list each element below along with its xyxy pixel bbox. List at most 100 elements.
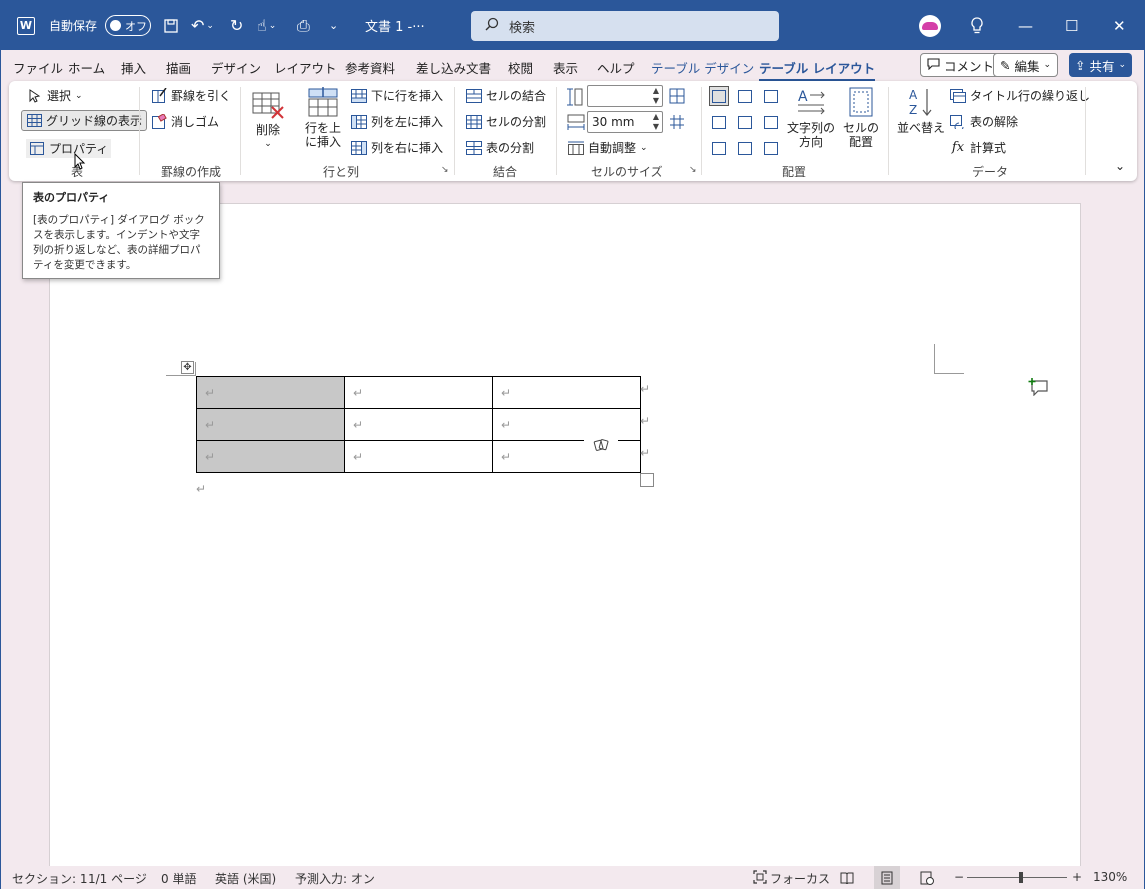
search-box[interactable]: 検索 [471, 11, 779, 41]
insert-left-button[interactable]: 列を左に挿入 [351, 113, 443, 130]
insert-above-button[interactable]: 行を上 に挿入 [305, 87, 341, 149]
tab-home[interactable]: ホーム [68, 58, 105, 77]
share-button[interactable]: ⇪ 共有 ⌄ [1069, 53, 1133, 77]
document-page[interactable]: ✥ ↵ ↵ ↵ ↵ ↵ ↵ ↵ ↵ ↵ ↵ ↵ ↵ ↵ [49, 203, 1081, 883]
web-layout-icon[interactable] [914, 866, 940, 889]
tab-table-layout[interactable]: テーブル レイアウト [759, 58, 876, 81]
align-center-right-icon[interactable] [761, 112, 781, 132]
split-cells-button[interactable]: セルの分割 [466, 113, 546, 130]
tab-view[interactable]: 表示 [553, 58, 578, 77]
properties-button[interactable]: プロパティ [26, 139, 112, 158]
tab-design[interactable]: デザイン [211, 58, 261, 77]
cell-margins-button[interactable]: セルの 配置 [843, 87, 879, 149]
edit-mode-button[interactable]: ✎ 編集 ⌄ [993, 53, 1059, 77]
align-top-center-icon[interactable] [735, 86, 755, 106]
copilot-loop-icon[interactable] [584, 437, 618, 453]
spin-arrows-icon[interactable]: ▲ ▼ [653, 86, 659, 106]
save-icon[interactable] [163, 1, 179, 50]
delete-button[interactable]: 削除 ⌄ [252, 89, 284, 151]
text-direction-button[interactable]: A 文字列の 方向 [787, 87, 835, 149]
status-page[interactable]: 1/1 ページ [88, 870, 147, 887]
table-cell[interactable]: ↵ [196, 408, 345, 441]
column-width-input[interactable]: 30 mm ▲ ▼ [587, 111, 663, 133]
close-icon[interactable]: ✕ [1113, 1, 1126, 50]
sort-button[interactable]: AZ 並べ替え [897, 87, 945, 135]
chevron-down-icon: ⌄ [1118, 60, 1127, 70]
comment-button[interactable]: コメント [920, 53, 1002, 77]
status-language[interactable]: 英語 (米国) [215, 870, 276, 887]
table-cell[interactable]: ↵ [344, 376, 493, 409]
align-top-left-icon[interactable] [709, 86, 729, 106]
touch-mode-icon[interactable]: ☝ ⌄ [257, 1, 276, 50]
maximize-icon[interactable]: ☐ [1065, 1, 1078, 50]
dialog-launcher-icon[interactable]: ↘ [441, 165, 449, 175]
zoom-level[interactable]: 130% [1093, 870, 1127, 884]
table-cell[interactable]: ↵ [492, 376, 641, 409]
split-table-button[interactable]: 表の分割 [466, 139, 534, 156]
status-predictive[interactable]: 予測入力: オン [295, 870, 375, 887]
table-cell[interactable]: ↵ [344, 408, 493, 441]
insert-right-button[interactable]: 列を右に挿入 [351, 139, 443, 156]
focus-button[interactable]: フォーカス [753, 870, 830, 887]
tab-insert[interactable]: 挿入 [121, 58, 146, 77]
new-comment-icon[interactable] [1028, 378, 1050, 399]
print-layout-icon[interactable] [874, 866, 900, 889]
align-center-icon[interactable] [735, 112, 755, 132]
tab-draw[interactable]: 描画 [166, 58, 191, 77]
insert-left-icon [351, 114, 367, 130]
undo-icon[interactable]: ↶ ⌄ [191, 1, 214, 50]
convert-to-text-button[interactable]: 表の解除 [950, 113, 1018, 130]
align-bottom-left-icon[interactable] [709, 138, 729, 158]
distribute-columns-icon[interactable] [669, 114, 685, 130]
insert-below-button[interactable]: 下に行を挿入 [351, 87, 443, 104]
group-label-data: データ [972, 165, 1009, 179]
view-gridlines-button[interactable]: グリッド線の表示 [21, 110, 148, 131]
tab-layout[interactable]: レイアウト [274, 58, 337, 77]
tab-file[interactable]: ファイル [13, 58, 63, 77]
select-button[interactable]: 選択 ⌄ [27, 87, 83, 104]
status-section[interactable]: セクション: 1 [12, 870, 88, 887]
lightbulb-icon[interactable] [969, 1, 985, 50]
avatar[interactable] [919, 15, 941, 37]
table-resize-handle[interactable] [640, 473, 654, 487]
align-top-right-icon[interactable] [761, 86, 781, 106]
document-table[interactable]: ↵ ↵ ↵ ↵ ↵ ↵ ↵ ↵ ↵ [196, 376, 641, 473]
eraser-button[interactable]: 消しゴム [151, 113, 219, 130]
table-cell[interactable]: ↵ [492, 408, 641, 441]
table-move-handle-icon[interactable]: ✥ [181, 361, 194, 374]
spin-arrows-icon[interactable]: ▲ ▼ [653, 112, 659, 132]
zoom-slider[interactable] [967, 877, 1067, 878]
align-center-left-icon[interactable] [709, 112, 729, 132]
formula-button[interactable]: fx 計算式 [950, 139, 1006, 156]
zoom-slider-thumb[interactable] [1019, 872, 1023, 883]
tab-help[interactable]: ヘルプ [597, 58, 635, 77]
print-preview-icon[interactable]: ⎙ [297, 1, 310, 50]
zoom-out-button[interactable]: − [954, 870, 964, 884]
collapse-ribbon-icon[interactable]: ⌄ [1115, 159, 1125, 173]
repeat-header-button[interactable]: タイトル行の繰り返し [950, 87, 1090, 104]
row-height-input[interactable]: ▲ ▼ [587, 85, 663, 107]
table-cell[interactable]: ↵ [196, 440, 345, 473]
table-cell[interactable]: ↵ [196, 376, 345, 409]
tab-references[interactable]: 参考資料 [345, 58, 395, 77]
redo-icon[interactable]: ↻ [230, 1, 243, 50]
draw-table-button[interactable]: 罫線を引く [151, 87, 231, 104]
minimize-icon[interactable]: — [1018, 1, 1033, 50]
autosave-toggle[interactable]: オフ [105, 15, 151, 36]
status-words[interactable]: 0 単語 [161, 870, 196, 887]
table-cell[interactable]: ↵ [344, 440, 493, 473]
zoom-in-button[interactable]: + [1072, 870, 1082, 884]
tab-table-design[interactable]: テーブル デザイン [651, 58, 754, 77]
align-bottom-right-icon[interactable] [761, 138, 781, 158]
merge-cells-button[interactable]: セルの結合 [466, 87, 546, 104]
distribute-rows-icon[interactable] [669, 88, 685, 104]
tab-mailings[interactable]: 差し込み文書 [416, 58, 491, 77]
customize-qat-icon[interactable]: ⌄ [329, 1, 338, 50]
tab-review[interactable]: 校閲 [508, 58, 533, 77]
autofit-button[interactable]: 自動調整 ⌄ [568, 139, 648, 156]
table-cell[interactable]: ↵ [492, 440, 641, 473]
read-mode-icon[interactable] [834, 866, 860, 889]
dialog-launcher-icon[interactable]: ↘ [689, 165, 697, 175]
search-placeholder: 検索 [509, 20, 536, 36]
align-bottom-center-icon[interactable] [735, 138, 755, 158]
